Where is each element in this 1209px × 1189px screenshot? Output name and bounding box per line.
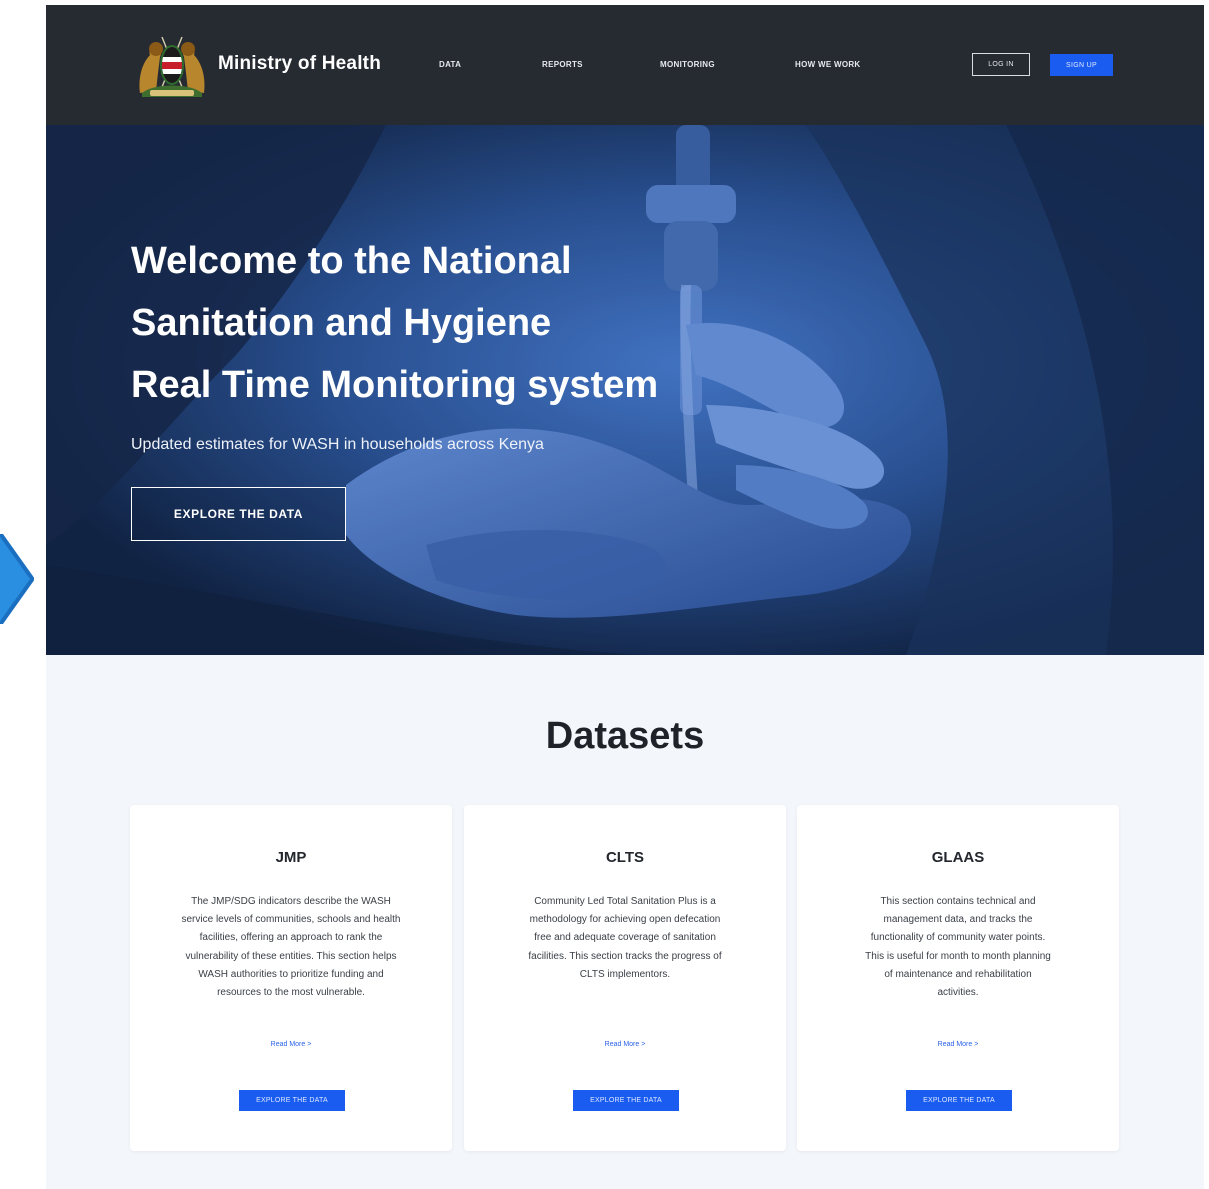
card-description: This section contains technical and mana… — [865, 896, 1051, 999]
hero-title-line-1: Welcome to the National — [131, 240, 572, 282]
dataset-card-glaas: GLAAS This section contains technical an… — [797, 805, 1119, 1151]
nav-item-reports[interactable]: REPORTS — [542, 60, 583, 69]
nav-item-monitoring[interactable]: MONITORING — [660, 60, 715, 69]
top-navigation-bar: Ministry of Health DATA REPORTS MONITORI… — [46, 5, 1204, 125]
browser-frame: Ministry of Health DATA REPORTS MONITORI… — [46, 5, 1204, 1189]
dataset-card-jmp: JMP The JMP/SDG indicators describe the … — [130, 805, 452, 1151]
datasets-heading: Datasets — [545, 715, 705, 757]
hero-title: Welcome to the National Sanitation and H… — [131, 230, 811, 416]
login-button[interactable]: LOG IN — [972, 53, 1030, 76]
brand-name[interactable]: Ministry of Health — [218, 53, 381, 75]
signup-button[interactable]: SIGN UP — [1050, 54, 1113, 76]
card-description: The JMP/SDG indicators describe the WASH… — [181, 896, 401, 999]
card-title: CLTS — [605, 849, 645, 866]
card-explore-button[interactable]: EXPLORE THE DATA — [239, 1090, 345, 1111]
chevron-right-icon[interactable] — [0, 534, 34, 624]
read-more-link[interactable]: Read More > — [464, 1041, 786, 1048]
dataset-card-clts: CLTS Community Led Total Sanitation Plus… — [464, 805, 786, 1151]
read-more-link[interactable]: Read More > — [797, 1041, 1119, 1048]
card-title: GLAAS — [931, 849, 985, 866]
read-more-link[interactable]: Read More > — [130, 1041, 452, 1048]
nav-item-how-we-work[interactable]: HOW WE WORK — [795, 60, 861, 69]
hero-title-line-2: Sanitation and Hygiene — [131, 302, 552, 344]
hero-subtitle: Updated estimates for WASH in households… — [131, 436, 544, 453]
explore-data-button[interactable]: EXPLORE THE DATA — [131, 487, 346, 541]
kenya-coat-of-arms-icon[interactable] — [136, 33, 208, 99]
card-title: JMP — [275, 849, 307, 866]
card-explore-button[interactable]: EXPLORE THE DATA — [906, 1090, 1012, 1111]
card-explore-button[interactable]: EXPLORE THE DATA — [573, 1090, 679, 1111]
hero-banner: Welcome to the National Sanitation and H… — [46, 125, 1204, 655]
hero-title-line-3: Real Time Monitoring system — [131, 364, 659, 406]
nav-item-data[interactable]: DATA — [439, 60, 461, 69]
card-description: Community Led Total Sanitation Plus is a… — [528, 896, 722, 980]
